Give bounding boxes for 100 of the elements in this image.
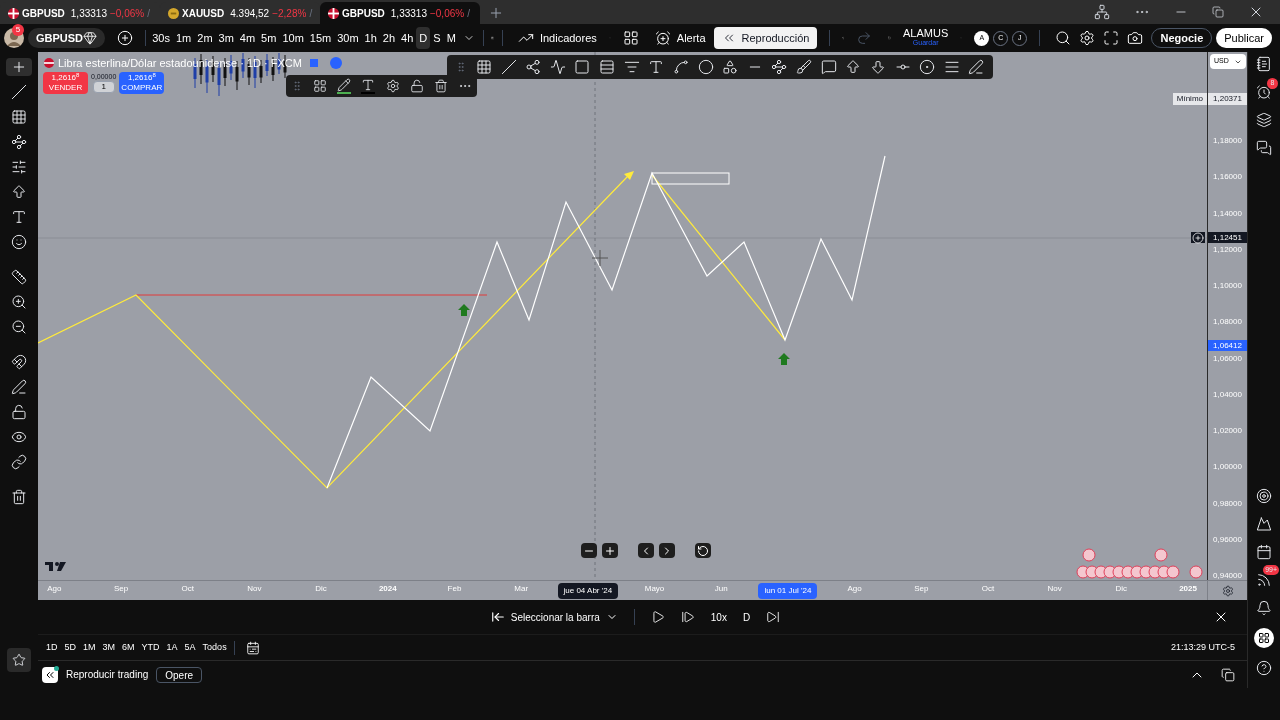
settings-icon[interactable] [1079, 30, 1096, 46]
trash-icon[interactable] [11, 489, 27, 505]
calendar-icon[interactable] [1256, 544, 1272, 560]
zoom-out-button[interactable] [581, 543, 597, 558]
ellipse-icon[interactable] [697, 59, 714, 75]
pencil-icon[interactable] [11, 379, 27, 395]
alert-button[interactable]: Alerta [650, 27, 710, 49]
time-axis[interactable]: Ago Sep Oct Nov Dic 2024 Feb Mar jue 04 Abr '24 Mayo Jun lun 01 Jul '24 Ago Sep Oct Nov Dic 2025 [38, 580, 1207, 600]
trash-icon[interactable] [433, 79, 448, 93]
calendar-icon[interactable] [245, 640, 260, 655]
trade-button[interactable]: Opere [156, 666, 203, 683]
add-alert-icon[interactable] [1192, 231, 1204, 244]
text-icon[interactable] [11, 209, 27, 225]
favorites-button[interactable] [7, 648, 31, 672]
interval-button[interactable]: 30m [334, 27, 362, 49]
reset-button[interactable] [695, 543, 711, 558]
select-bar-button[interactable]: Seleccionar la barra [490, 609, 618, 625]
pen-icon[interactable] [968, 59, 985, 75]
lock-icon[interactable] [409, 79, 424, 93]
range-button[interactable]: 5D [64, 640, 77, 655]
text-icon[interactable] [648, 59, 665, 75]
alarm-icon[interactable] [1256, 84, 1272, 100]
brush-icon[interactable] [796, 59, 813, 75]
square-icon[interactable] [574, 59, 591, 75]
interval-button[interactable]: 2m [194, 27, 216, 49]
smile-icon[interactable] [11, 234, 27, 250]
target-icon[interactable] [1256, 488, 1272, 504]
zoom-in-icon[interactable] [11, 294, 27, 310]
bell-icon[interactable] [1256, 600, 1272, 616]
range-button[interactable]: 6M [122, 640, 135, 655]
eye-icon[interactable] [11, 429, 27, 445]
shapes-icon[interactable] [722, 59, 739, 75]
symbol-search-field[interactable]: GBPUSD [28, 28, 106, 48]
indicators-button[interactable]: Indicadores [509, 27, 605, 49]
step-forward-icon[interactable] [680, 610, 695, 624]
new-tab-icon[interactable] [488, 5, 504, 21]
zoom-in-button[interactable] [602, 543, 618, 558]
replay-button[interactable]: Reproducción [713, 27, 818, 49]
parallel-lines-icon[interactable] [599, 59, 616, 75]
link-icon[interactable] [11, 454, 27, 470]
interval-button[interactable]: D [742, 609, 751, 625]
interval-button[interactable]: 10m [279, 27, 307, 49]
interval-button[interactable]: 4m [236, 27, 259, 49]
browser-tab[interactable]: GBPUSD 1,33313 −0,06% / [320, 2, 480, 24]
star-icon[interactable] [12, 653, 26, 667]
add-symbol-icon[interactable] [117, 30, 134, 46]
pattern-icon[interactable] [771, 59, 788, 75]
buy-button[interactable]: 1,2616$^{8}$ COMPRAR [119, 72, 165, 94]
camera-icon[interactable] [1127, 30, 1144, 46]
range-button[interactable]: Todos [202, 640, 227, 655]
clock[interactable]: 21:13:29 UTC-5 [1170, 640, 1239, 655]
quantity-field[interactable]: 1 [92, 81, 115, 93]
line-icon[interactable] [11, 84, 27, 100]
publish-button[interactable]: Publicar [1216, 28, 1273, 48]
interval-button[interactable]: 3m [215, 27, 237, 49]
up-arrow-icon[interactable] [11, 184, 27, 200]
mountain-icon[interactable] [1256, 516, 1272, 532]
target-icon[interactable] [919, 59, 936, 75]
lines-icon[interactable] [943, 59, 960, 75]
line-icon[interactable] [500, 59, 517, 75]
restore-icon[interactable] [1221, 667, 1235, 682]
grid-icon[interactable] [475, 59, 492, 75]
layout-name[interactable]: ALAMUS [903, 28, 949, 38]
nodes-icon[interactable] [525, 59, 542, 75]
layers-icon[interactable] [1256, 112, 1272, 128]
play-icon[interactable] [650, 610, 665, 624]
scroll-left-button[interactable] [638, 543, 654, 558]
alarm-icon[interactable] [654, 30, 671, 46]
range-button[interactable]: 1M [83, 640, 96, 655]
layout-icon[interactable] [622, 30, 639, 46]
crosshair-icon[interactable] [11, 59, 27, 75]
text-icon[interactable] [361, 78, 376, 92]
interval-button[interactable]: 4h [398, 27, 417, 49]
interval-button[interactable]: 2h [379, 27, 399, 49]
feed-icon[interactable] [1256, 572, 1272, 588]
interval-button[interactable]: 30s [149, 27, 173, 49]
interval-button[interactable]: S [430, 27, 444, 49]
range-button[interactable]: 3M [102, 640, 116, 655]
templates-icon[interactable] [313, 79, 328, 93]
watchlist-icon[interactable] [1256, 56, 1272, 72]
network-icon[interactable] [1094, 4, 1110, 20]
interval-button[interactable]: 1h [361, 27, 380, 49]
range-button[interactable]: 1A [166, 640, 178, 655]
range-button[interactable]: YTD [141, 640, 160, 655]
sliders-icon[interactable] [11, 159, 27, 175]
speed-button[interactable]: 10x [710, 609, 727, 625]
grid-icon[interactable] [11, 109, 27, 125]
interval-button[interactable]: 1m [173, 27, 195, 49]
scroll-right-button[interactable] [659, 543, 675, 558]
magnet-icon[interactable] [11, 354, 27, 370]
up-arrow-icon[interactable] [845, 59, 862, 75]
comment-icon[interactable] [820, 59, 837, 75]
search-icon[interactable] [1055, 30, 1072, 46]
zigzag-icon[interactable] [549, 59, 566, 75]
sell-button[interactable]: 1,2616$^{8}$ VENDER [43, 72, 88, 94]
pencil-icon[interactable] [337, 78, 352, 92]
lock-icon[interactable] [11, 404, 27, 420]
apps-button[interactable] [1254, 628, 1274, 648]
diamond-icon[interactable] [83, 31, 98, 45]
chat-icon[interactable] [1256, 140, 1272, 156]
